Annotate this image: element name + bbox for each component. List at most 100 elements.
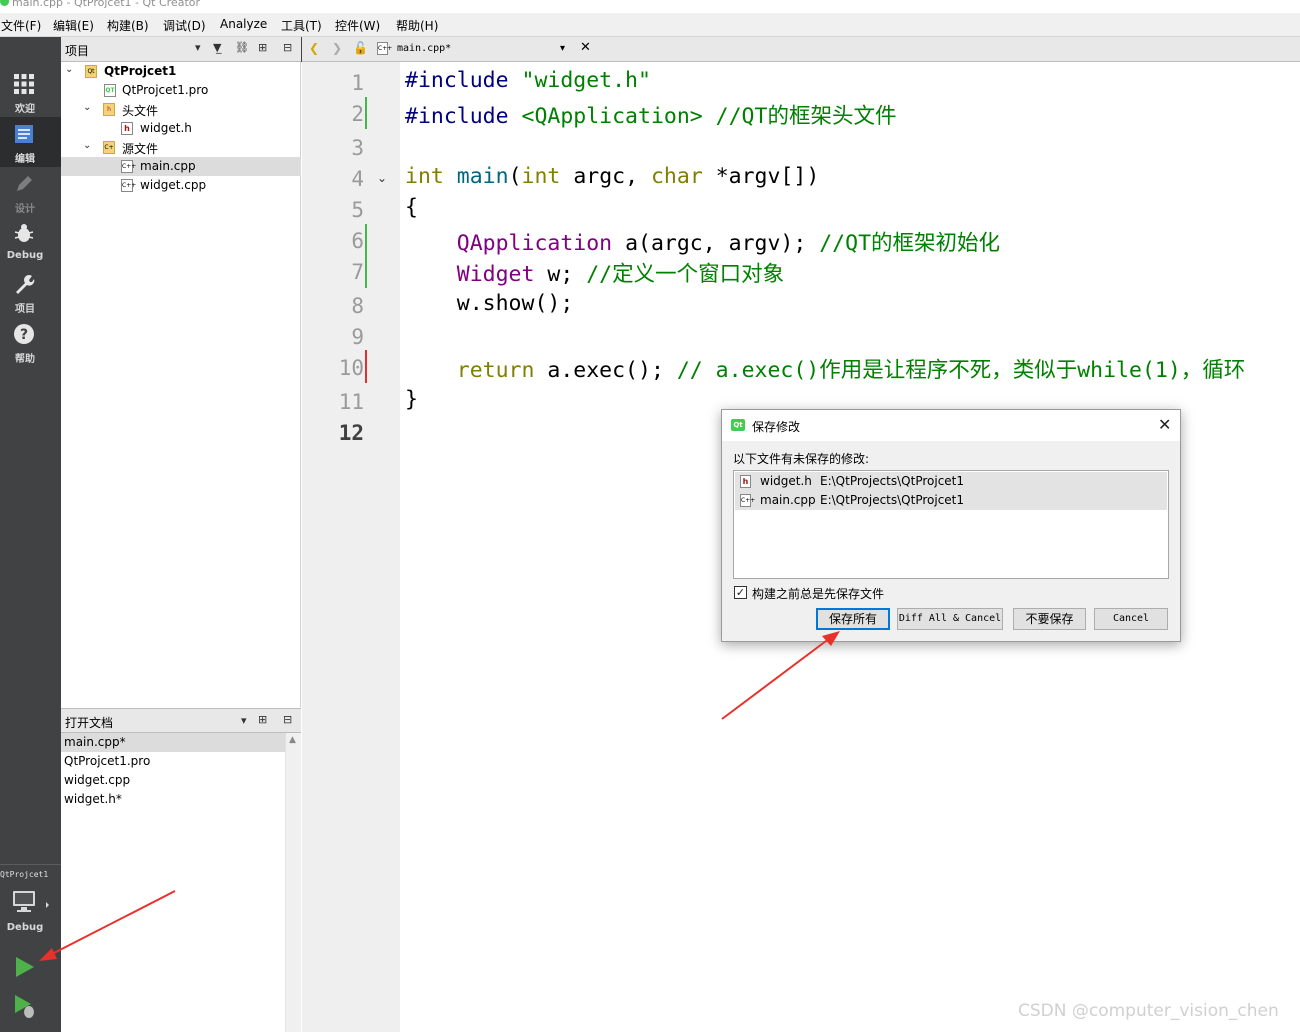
menu-analyze[interactable]: Analyze bbox=[220, 17, 267, 31]
tree-item-label: main.cpp bbox=[140, 159, 196, 173]
mode-bar: 欢迎 编辑 设计 Debug 项目 ? 帮助 bbox=[0, 62, 61, 1032]
menu-tools[interactable]: 工具(T) bbox=[281, 17, 322, 34]
scroll-up-icon[interactable]: ▲ bbox=[289, 735, 296, 745]
close-pane-icon[interactable]: ⊟ bbox=[283, 41, 292, 54]
dropdown-icon[interactable]: ▾ bbox=[241, 714, 247, 727]
open-documents-scrollbar[interactable]: ▲ bbox=[285, 733, 301, 1032]
save-all-button[interactable]: 保存所有 bbox=[816, 608, 890, 630]
dont-save-button[interactable]: 不要保存 bbox=[1013, 608, 1086, 630]
changed-line-marker bbox=[365, 224, 367, 288]
code-line: #include <QApplication> //QT的框架头文件 bbox=[405, 99, 896, 130]
menu-widgets[interactable]: 控件(W) bbox=[335, 17, 380, 34]
expand-arrow-icon[interactable]: ⌄ bbox=[65, 64, 73, 75]
cpp-file-icon: C++ bbox=[121, 160, 136, 173]
menu-edit[interactable]: 编辑(E) bbox=[53, 17, 94, 34]
open-doc-item[interactable]: main.cpp* bbox=[61, 733, 285, 752]
editor-file-name[interactable]: main.cpp* bbox=[397, 43, 451, 54]
forward-arrow-icon[interactable]: ❯ bbox=[332, 41, 342, 55]
code-token: //QT的框架头文件 bbox=[715, 104, 897, 129]
close-icon[interactable]: ✕ bbox=[1158, 415, 1171, 434]
mode-debug[interactable]: Debug bbox=[0, 217, 61, 267]
split-icon[interactable]: ⊞ bbox=[258, 41, 267, 54]
tree-item-label: QtProjcet1 bbox=[104, 64, 177, 78]
mode-welcome[interactable]: 欢迎 bbox=[0, 67, 61, 117]
svg-text:?: ? bbox=[20, 327, 28, 343]
header-file-icon: h bbox=[121, 122, 133, 135]
code-token: QApplication bbox=[456, 231, 613, 256]
tree-item-project[interactable]: ⌄ Qt QtProjcet1 bbox=[61, 62, 301, 81]
tree-item-sources-folder[interactable]: ⌄ C+ 源文件 bbox=[61, 138, 301, 157]
code-line: return a.exec(); // a.exec()作用是让程序不死，类似于… bbox=[405, 353, 1246, 384]
fold-marker-icon[interactable]: ⌄ bbox=[377, 171, 387, 185]
open-doc-label: main.cpp* bbox=[64, 735, 126, 749]
changed-line-marker bbox=[365, 97, 367, 129]
project-icon: Qt bbox=[85, 65, 97, 78]
open-doc-label: QtProjcet1.pro bbox=[64, 754, 151, 768]
code-token: int bbox=[521, 164, 561, 189]
line-number: 9 bbox=[351, 325, 364, 349]
mode-label: 项目 bbox=[15, 304, 35, 315]
code-token: ( bbox=[508, 164, 522, 189]
help-icon: ? bbox=[14, 324, 34, 344]
menu-debug[interactable]: 调试(D) bbox=[163, 17, 206, 34]
line-number: 2 bbox=[351, 102, 364, 126]
mode-design[interactable]: 设计 bbox=[0, 167, 61, 217]
unsaved-file-row[interactable]: h widget.h E:\QtProjects\QtProjcet1 bbox=[735, 472, 1167, 491]
open-doc-item[interactable]: widget.h* bbox=[61, 790, 285, 809]
split-icon[interactable]: ⊞ bbox=[258, 713, 267, 726]
expand-arrow-icon[interactable]: ⌄ bbox=[83, 102, 91, 113]
close-pane-icon[interactable]: ⊟ bbox=[283, 713, 292, 726]
mode-projects[interactable]: 项目 bbox=[0, 267, 61, 317]
mode-label: 欢迎 bbox=[15, 104, 35, 115]
code-token: char bbox=[650, 164, 703, 189]
menu-build[interactable]: 构建(B) bbox=[107, 17, 149, 34]
back-arrow-icon[interactable]: ❮ bbox=[309, 41, 319, 55]
file-dropdown-icon[interactable]: ▾ bbox=[560, 43, 565, 54]
save-before-build-checkbox[interactable]: ✓ bbox=[734, 586, 747, 599]
line-number: 1 bbox=[351, 71, 364, 95]
lock-icon: 🔓 bbox=[353, 41, 368, 55]
debug-run-button[interactable] bbox=[13, 993, 37, 1019]
tree-item-pro-file[interactable]: QT QtProjcet1.pro bbox=[61, 81, 301, 100]
code-line: #include "widget.h" bbox=[405, 68, 651, 93]
kit-selector[interactable] bbox=[11, 890, 51, 920]
open-doc-item[interactable]: QtProjcet1.pro bbox=[61, 752, 285, 771]
filter-icon[interactable]: ▼̲ bbox=[213, 41, 221, 54]
unsaved-file-row[interactable]: C++ main.cpp E:\QtProjects\QtProjcet1 bbox=[735, 491, 1167, 510]
tree-item-label: widget.h bbox=[140, 121, 192, 135]
expand-arrow-icon[interactable]: ⌄ bbox=[83, 140, 91, 151]
mode-edit[interactable]: 编辑 bbox=[0, 117, 61, 167]
code-line: } bbox=[405, 387, 418, 412]
save-changes-dialog: Qt 保存修改 ✕ 以下文件有未保存的修改: h widget.h E:\QtP… bbox=[721, 409, 1181, 642]
unsaved-files-list: h widget.h E:\QtProjects\QtProjcet1 C++ … bbox=[733, 470, 1169, 579]
close-file-icon[interactable]: ✕ bbox=[580, 40, 591, 55]
code-token: // a.exec()作用是让程序不死，类似于while(1)，循环 bbox=[676, 358, 1246, 383]
debug-play-icon bbox=[15, 995, 34, 1018]
menu-help[interactable]: 帮助(H) bbox=[396, 17, 438, 34]
open-documents-list: main.cpp* QtProjcet1.pro widget.cpp widg… bbox=[61, 733, 301, 1032]
menu-file[interactable]: 文件(F) bbox=[1, 17, 41, 34]
tree-item-main-cpp[interactable]: C++ main.cpp bbox=[61, 157, 301, 176]
save-before-build-label: 构建之前总是先保存文件 bbox=[752, 587, 885, 601]
tree-item-widget-h[interactable]: h widget.h bbox=[61, 119, 301, 138]
view-selector-dropdown-icon[interactable]: ▾ bbox=[195, 41, 201, 54]
dialog-message: 以下文件有未保存的修改: bbox=[733, 452, 870, 466]
tree-item-headers-folder[interactable]: ⌄ h 头文件 bbox=[61, 100, 301, 119]
link-icon[interactable]: ⛓ bbox=[235, 41, 249, 54]
kit-project-label: QtProjcet1 bbox=[0, 870, 49, 879]
code-token: #include bbox=[405, 104, 522, 129]
diff-all-cancel-button[interactable]: Diff All & Cancel bbox=[897, 608, 1003, 630]
code-line: int main(int argc, char *argv[]) bbox=[405, 164, 819, 189]
cancel-button[interactable]: Cancel bbox=[1094, 608, 1168, 630]
project-pane-header: 项目 ▾ ▼̲ ⛓ ⊞ ⊟ bbox=[61, 37, 301, 62]
tree-item-widget-cpp[interactable]: C++ widget.cpp bbox=[61, 176, 301, 195]
line-number-gutter: 1 2 3 4 5 6 7 8 9 10 11 12 bbox=[302, 62, 400, 1032]
code-token: } bbox=[405, 387, 418, 412]
open-doc-item[interactable]: widget.cpp bbox=[61, 771, 285, 790]
tree-item-label: widget.cpp bbox=[140, 178, 207, 192]
mode-help[interactable]: ? 帮助 bbox=[0, 317, 61, 367]
run-button[interactable] bbox=[13, 955, 37, 979]
